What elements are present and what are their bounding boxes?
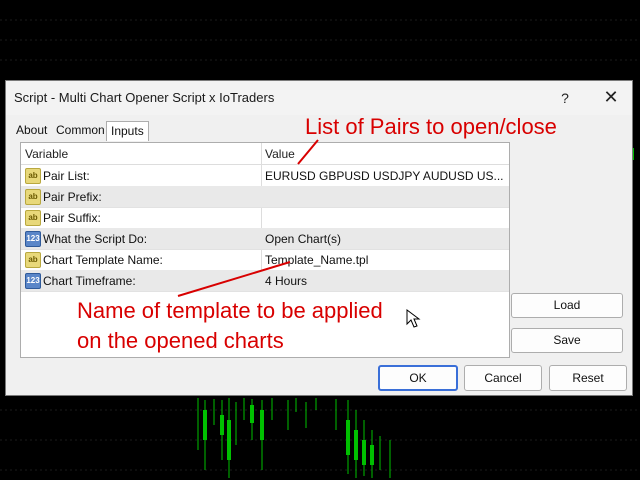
annotation-template-line1: Name of template to be applied [77,298,383,323]
annotation-arrow-template [177,261,291,297]
mouse-cursor-icon [406,309,421,328]
annotation-arrow-pairs [297,139,319,165]
annotation-pairs: List of Pairs to open/close [305,114,557,139]
annotation-template-line2: on the opened charts [77,328,284,353]
annotation-arrows [177,139,319,297]
